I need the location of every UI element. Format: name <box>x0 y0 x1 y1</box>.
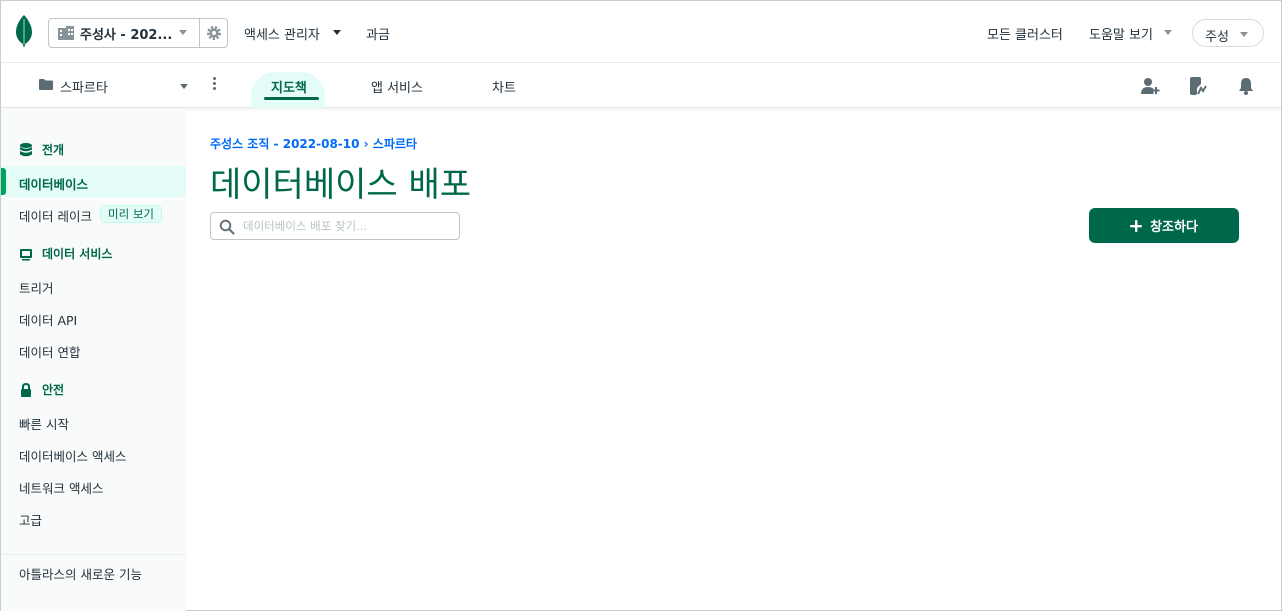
database-icon <box>20 142 32 156</box>
sidebar-item-database-access[interactable]: 데이터베이스 액세스 <box>19 446 126 465</box>
lock-icon <box>21 382 31 397</box>
create-button[interactable]: 창조하다 <box>1089 208 1239 243</box>
sidebar-section-title: 데이터 서비스 <box>42 247 113 261</box>
org-selector-divider <box>199 19 200 47</box>
chevron-down-icon[interactable] <box>180 84 188 89</box>
tab-app-services[interactable]: 앱 서비스 <box>371 77 423 96</box>
user-menu-button[interactable]: 주성 <box>1192 19 1264 47</box>
search-icon <box>219 219 235 235</box>
help-menu[interactable]: 도움말 보기 <box>1089 24 1153 43</box>
chevron-down-icon[interactable] <box>1164 30 1172 35</box>
sidebar-item-quick-start[interactable]: 빠른 시작 <box>19 414 69 433</box>
sidebar-divider <box>1 554 186 555</box>
organization-name: 주성사 - 202... <box>80 27 173 43</box>
sidebar-item-data-lake[interactable]: 데이터 레이크 <box>19 206 92 225</box>
active-tab-underline <box>264 97 319 100</box>
activity-feed-icon[interactable] <box>1187 76 1207 96</box>
tab-charts[interactable]: 차트 <box>492 77 516 96</box>
gear-icon[interactable] <box>206 25 222 41</box>
sidebar-section-data-services: 데이터 서비스 <box>19 245 112 262</box>
sidebar-item-triggers[interactable]: 트리거 <box>19 278 54 297</box>
sidebar-section-title: 안전 <box>42 383 65 397</box>
more-options-icon[interactable] <box>211 77 217 93</box>
user-name: 주성 <box>1205 30 1229 45</box>
sidebar-section-deployment: 전개 <box>19 141 64 158</box>
organization-selector[interactable]: 주성사 - 202... <box>48 18 228 48</box>
search-input[interactable] <box>243 216 453 236</box>
top-navigation-bar: 주성사 - 202... 액세스 관리자 과금 모든 클러스터 도움말 보기 주… <box>1 1 1281 63</box>
sidebar-item-databases[interactable]: 데이터베이스 <box>19 174 88 193</box>
plus-icon <box>1130 219 1143 232</box>
search-box[interactable] <box>210 212 460 240</box>
active-item-indicator <box>1 168 6 195</box>
project-navigation-bar: 스파르타 지도책 앱 서비스 차트 <box>1 63 1281 108</box>
tab-atlas[interactable]: 지도책 <box>271 77 307 96</box>
invite-user-icon[interactable] <box>1140 76 1160 96</box>
billing-link[interactable]: 과금 <box>366 24 390 43</box>
chevron-down-icon <box>179 30 187 35</box>
main-content: 주성스 조직 - 2022-08-10 › 스파르타 데이터베이스 배포 창조하… <box>186 109 1281 611</box>
preview-badge: 미리 보기 <box>100 205 162 223</box>
folder-icon <box>39 79 53 90</box>
left-sidebar: 전개 데이터베이스 데이터 레이크 미리 보기 데이터 서비스 트리거 데이터 … <box>1 109 186 611</box>
sidebar-item-data-api[interactable]: 데이터 API <box>19 310 77 329</box>
mongodb-leaf-logo-icon[interactable] <box>15 15 33 47</box>
access-manager-menu[interactable]: 액세스 관리자 <box>244 24 320 43</box>
monitor-icon <box>20 248 32 260</box>
bell-icon[interactable] <box>1236 76 1256 96</box>
project-selector[interactable]: 스파르타 <box>60 77 108 96</box>
chevron-down-icon[interactable] <box>333 30 341 35</box>
sidebar-item-whats-new[interactable]: 아틀라스의 새로운 기능 <box>19 564 142 583</box>
sidebar-item-network-access[interactable]: 네트워크 액세스 <box>19 478 103 497</box>
all-clusters-link[interactable]: 모든 클러스터 <box>987 24 1063 43</box>
page-title: 데이터베이스 배포 <box>210 165 472 205</box>
breadcrumb[interactable]: 주성스 조직 - 2022-08-10 › 스파르타 <box>210 135 417 152</box>
sidebar-section-title: 전개 <box>42 143 65 157</box>
sidebar-section-security: 안전 <box>19 381 64 398</box>
sidebar-item-advanced[interactable]: 고급 <box>19 510 42 529</box>
sidebar-item-data-federation[interactable]: 데이터 연합 <box>19 342 80 361</box>
chevron-down-icon <box>1240 32 1248 37</box>
building-icon <box>58 26 74 40</box>
create-button-label: 창조하다 <box>1150 220 1198 235</box>
